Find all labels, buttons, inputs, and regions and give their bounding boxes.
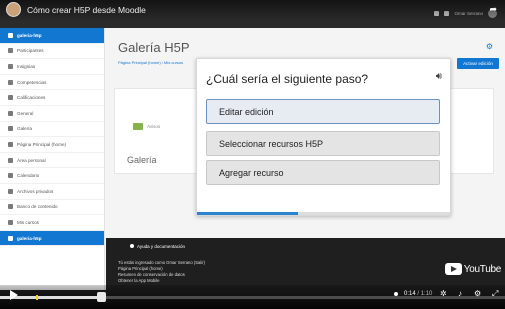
sidebar-item[interactable]: Área personal xyxy=(0,153,104,169)
page-title: Galería H5P xyxy=(118,40,190,55)
sidebar-item-label: Competencias xyxy=(17,79,47,85)
sidebar-item-icon xyxy=(8,204,13,210)
live-dot-icon xyxy=(394,292,398,296)
dialog-progress xyxy=(197,212,450,215)
gear-icon[interactable]: ⚙ xyxy=(486,42,493,51)
sidebar-item-icon xyxy=(8,157,13,163)
sidebar-item[interactable]: Calendario xyxy=(0,168,104,184)
sidebar-item[interactable]: Participantes xyxy=(0,44,104,60)
youtube-wordmark: YouTube xyxy=(463,263,502,275)
sidebar-item-label: Página Principal (home) xyxy=(17,141,67,147)
section-title: Galería xyxy=(127,155,157,165)
footer-line[interactable]: Tú estás ingresado como Omar Serrano (Sa… xyxy=(118,260,205,265)
volume-icon[interactable]: ♪ xyxy=(458,289,462,298)
gear-icon[interactable]: ⚙ xyxy=(474,289,481,298)
help-label: Ayuda y documentación xyxy=(137,244,185,249)
sidebar-item[interactable]: Mis cursos xyxy=(0,215,104,231)
sidebar-item-icon xyxy=(8,95,13,101)
footer-line[interactable]: Resumen de conservación de datos xyxy=(118,272,185,277)
answer-option-1[interactable]: Editar edición xyxy=(206,99,440,124)
sidebar-item[interactable]: galeria-h5p xyxy=(0,28,104,44)
sidebar-item-icon xyxy=(8,48,13,54)
channel-avatar[interactable] xyxy=(6,2,21,17)
sidebar-item-icon xyxy=(8,110,13,116)
speaker-icon[interactable]: 🔊︎ xyxy=(436,71,442,82)
sidebar-item-label: galeria-h5p xyxy=(17,235,42,241)
footer-line[interactable]: Página Principal (home) xyxy=(118,266,163,271)
answer-option-3[interactable]: Agregar recurso xyxy=(206,160,440,185)
sidebar-item-label: Banco de contenido xyxy=(17,204,58,210)
sidebar-item[interactable]: Página Principal (home) xyxy=(0,137,104,153)
sidebar-item-label: galeria-h5p xyxy=(17,32,42,38)
play-icon[interactable] xyxy=(10,290,18,300)
sidebar-item-icon xyxy=(8,141,13,147)
question-text: ¿Cuál sería el siguiente paso? xyxy=(206,72,369,86)
current-time: 0:14 xyxy=(404,291,416,297)
sidebar-item[interactable]: Galería xyxy=(0,122,104,138)
dialog-progress-fill xyxy=(197,212,299,215)
sidebar-item-label: Participantes xyxy=(17,48,44,54)
sidebar-item-label: Archivos privados xyxy=(17,188,54,194)
moodle-sidebar: galeria-h5p Participantes Insignias Compete… xyxy=(0,28,105,290)
sidebar-item-icon xyxy=(8,235,13,241)
sidebar-item[interactable]: General xyxy=(0,106,104,122)
sidebar-item[interactable]: Archivos privados xyxy=(0,184,104,200)
sidebar-item-icon xyxy=(8,126,13,132)
sidebar-item-label: Calificaciones xyxy=(17,95,46,101)
chapter-marker xyxy=(36,295,38,300)
h5p-question-dialog: ¿Cuál sería el siguiente paso? 🔊︎ Editar… xyxy=(196,58,451,216)
video-title[interactable]: Cómo crear H5P desde Moodle xyxy=(27,5,146,15)
sidebar-item-icon xyxy=(8,79,13,85)
sidebar-item[interactable]: Competencias xyxy=(0,75,104,91)
sidebar-item-label: General xyxy=(17,110,34,116)
youtube-play-icon xyxy=(444,263,462,275)
youtube-logo[interactable]: YouTube xyxy=(444,263,502,275)
sidebar-item[interactable]: Banco de contenido xyxy=(0,200,104,216)
share-icon[interactable]: ➦ xyxy=(489,4,497,15)
section-label[interactable]: Avisos xyxy=(147,124,160,129)
edit-mode-button[interactable]: Activar edición xyxy=(457,58,499,69)
sidebar-item-icon xyxy=(8,219,13,225)
sidebar-item-icon xyxy=(8,173,13,179)
duration: 1:10 xyxy=(420,291,433,297)
video-player[interactable]: Omar Serrano galeria-h5pParticipantesIns… xyxy=(0,0,505,309)
sidebar-item[interactable]: Insignias xyxy=(0,59,104,75)
video-title-bar: Cómo crear H5P desde Moodle ➦ xyxy=(0,0,505,22)
sidebar-item-icon xyxy=(8,188,13,194)
sidebar-item-label: Galería xyxy=(17,126,33,132)
sidebar-item[interactable]: galeria-h5p xyxy=(0,230,104,247)
answer-option-2[interactable]: Seleccionar recursos H5P xyxy=(206,131,440,156)
sidebar-item-label: Calendario xyxy=(17,173,40,179)
sidebar-item-icon xyxy=(8,32,13,38)
sidebar-item-label: Mis cursos xyxy=(17,219,39,225)
sidebar-item-label: Área personal xyxy=(17,157,46,163)
settings-icon[interactable]: ✲ xyxy=(440,289,447,298)
seek-bar-handle[interactable] xyxy=(97,292,106,302)
sidebar-item-icon xyxy=(8,63,13,69)
sidebar-item[interactable]: Calificaciones xyxy=(0,90,104,106)
fullscreen-icon[interactable]: ⤢ xyxy=(492,289,498,299)
sidebar-item-label: Insignias xyxy=(17,63,36,69)
info-icon xyxy=(130,244,134,248)
footer-line[interactable]: Obtener la App Mobile xyxy=(118,278,159,283)
forum-icon xyxy=(133,123,143,130)
breadcrumb[interactable]: Página Principal (home) / Mis cursos xyxy=(118,60,183,65)
help-link[interactable]: Ayuda y documentación xyxy=(130,244,185,249)
time-display: 0:14 / 1:10 xyxy=(404,291,433,297)
